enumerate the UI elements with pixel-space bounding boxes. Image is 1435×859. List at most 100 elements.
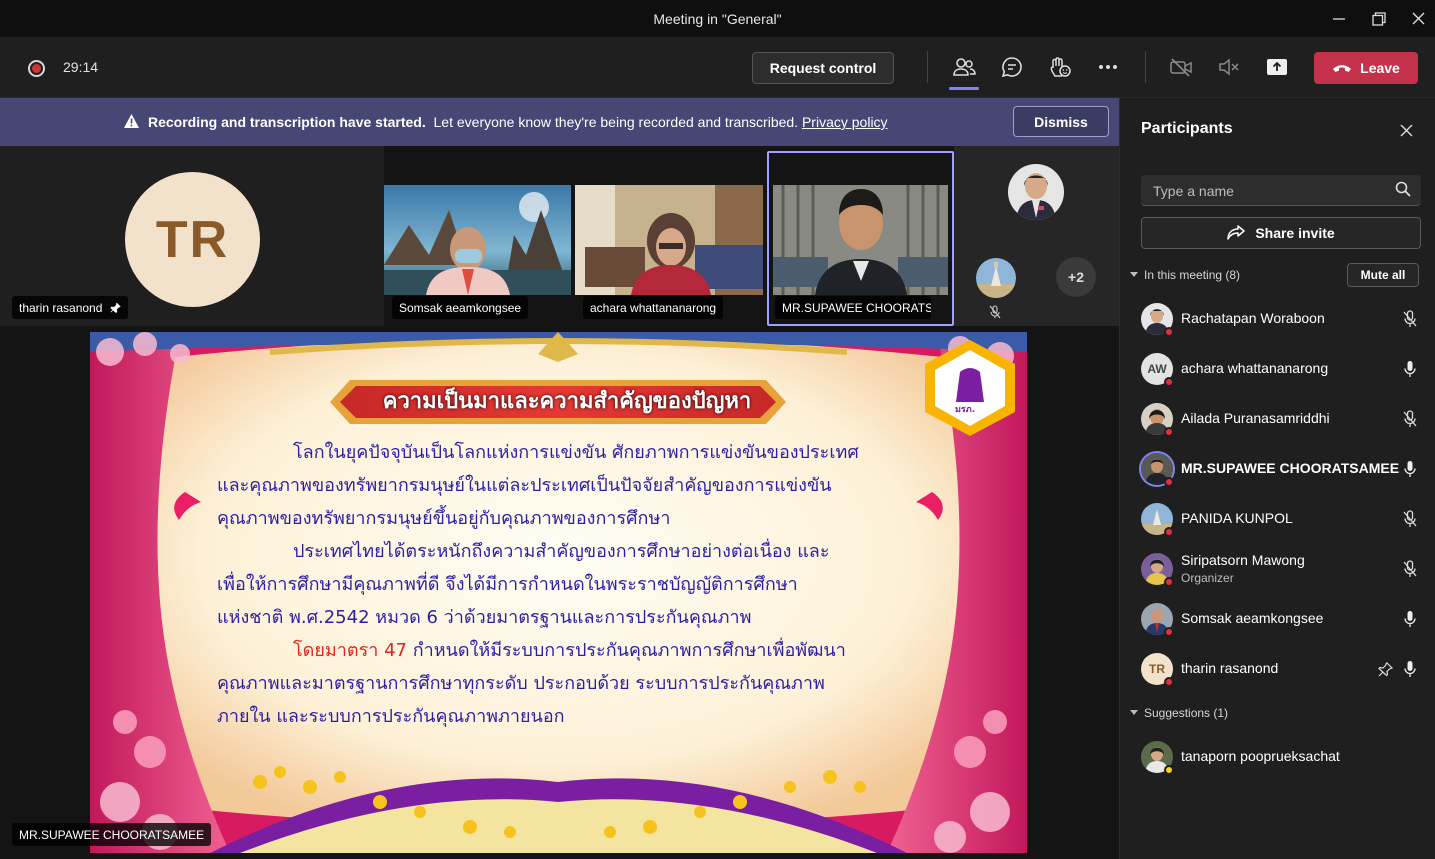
slide-body: โลกในยุคปัจจุบันเป็นโลกแห่งการแข่งขัน ศั… [217,436,907,733]
participant-name: achara whattananarong [1181,360,1329,376]
warning-icon [123,113,140,134]
privacy-policy-link[interactable]: Privacy policy [802,114,888,130]
meeting-toolbar: 29:14 Request control Leave [0,37,1435,98]
banner-text: Let everyone know they're being recorded… [433,114,799,130]
participant-name: Ailada Puranasamriddhi [1181,410,1330,426]
status-away-icon [1164,765,1174,775]
participant-role: Organizer [1181,571,1234,585]
close-icon[interactable] [1396,120,1416,140]
minimize-icon[interactable] [1319,0,1359,37]
slide-line: ภายใน และระบบการประกันคุณภาพภายนอก [217,706,565,727]
mic-icon[interactable] [1400,659,1420,679]
mic-icon[interactable] [1400,359,1420,379]
participant-row[interactable]: Somsak aeamkongsee [1120,594,1435,644]
participant-search [1141,175,1421,206]
speaker-muted-icon[interactable] [1212,51,1246,83]
participant-name: Somsak aeamkongsee [1181,610,1324,626]
close-window-icon[interactable] [1398,0,1435,37]
leave-label: Leave [1360,60,1400,76]
request-control-button[interactable]: Request control [752,52,894,84]
mic-off-icon[interactable] [1400,509,1420,529]
search-icon[interactable] [1395,181,1411,202]
slide-line: คุณภาพของทรัพยากรมนุษย์ขึ้นอยู่กับคุณภาพ… [217,508,671,529]
share-invite-button[interactable]: Share invite [1141,217,1421,249]
suggestions-header[interactable]: Suggestions (1) [1130,706,1228,720]
meeting-stage: TR tharin rasanond Somsak aeamkongsee ac… [0,146,1119,859]
participant-name: tanaporn pooprueksachat [1181,748,1340,764]
participant-name-tag: achara whattananarong [583,296,724,319]
share-screen-icon[interactable] [1260,51,1294,83]
avatar [1008,164,1064,220]
status-busy-icon [1164,627,1174,637]
slide-line-text: กำหนดให้มีระบบการประกันคุณภาพการศึกษาเพื… [412,640,846,661]
participant-row[interactable]: Rachatapan Woraboon [1120,294,1435,344]
participant-name: tharin rasanond [19,300,103,315]
mic-off-icon[interactable] [1400,559,1420,579]
slide-line: แห่งชาติ พ.ศ.2542 หมวด 6 ว่าด้วยมาตรฐานแ… [217,607,752,628]
participant-row[interactable]: PANIDA KUNPOL [1120,494,1435,544]
suggestions-label: Suggestions (1) [1144,706,1229,720]
avatar [976,258,1016,298]
participant-video-somsak[interactable] [384,185,571,295]
in-meeting-header[interactable]: In this meeting (8) [1130,268,1240,282]
participant-row[interactable]: Siripatsorn Mawong Organizer [1120,544,1435,594]
share-invite-label: Share invite [1255,225,1335,241]
pin-icon[interactable] [1375,659,1395,679]
mic-off-icon[interactable] [1400,309,1420,329]
slide-line: ประเทศไทยได้ตระหนักถึงความสำคัญของการศึก… [293,541,830,562]
more-participants-button[interactable]: +2 [1056,257,1096,297]
leave-button[interactable]: Leave [1314,52,1418,84]
participant-tile-tharin[interactable]: TR tharin rasanond [0,146,384,326]
panel-title: Participants [1141,120,1233,137]
slide-highlight: โดยมาตรา 47 [293,640,407,661]
participant-row[interactable]: TR tharin rasanond [1120,644,1435,694]
chevron-down-icon [1130,710,1138,715]
camera-off-icon[interactable] [1164,51,1198,83]
participant-row[interactable]: Ailada Puranasamriddhi [1120,394,1435,444]
mic-off-icon [988,305,1002,324]
mic-off-icon[interactable] [1400,409,1420,429]
status-busy-icon [1164,577,1174,587]
participant-name: tharin rasanond [1181,660,1279,676]
share-icon [1227,225,1246,240]
status-busy-icon [1164,477,1174,487]
participant-row[interactable]: MR.SUPAWEE CHOORATSAMEE [1120,444,1435,494]
more-actions-icon[interactable] [1091,51,1125,83]
chat-icon[interactable] [995,51,1029,83]
banner-message: Recording and transcription have started… [148,114,888,130]
toolbar-divider [927,51,928,83]
hang-up-icon [1333,65,1352,72]
restore-icon[interactable] [1359,0,1399,37]
window-title: Meeting in "General" [653,10,782,27]
title-bar: Meeting in "General" [0,0,1435,37]
recording-banner: Recording and transcription have started… [0,98,1119,146]
toolbar-divider [1145,51,1146,83]
status-busy-icon [1164,427,1174,437]
mute-all-button[interactable]: Mute all [1347,263,1419,287]
participant-name-tag: Somsak aeamkongsee [392,296,529,319]
participant-name-tag: MR.SUPAWEE CHOORATS... [775,296,931,319]
suggestion-row[interactable]: tanaporn pooprueksachat [1120,732,1435,782]
participant-name: Siripatsorn Mawong [1181,552,1305,568]
participant-row[interactable]: AW achara whattananarong [1120,344,1435,394]
participant-name-tag: tharin rasanond [12,296,129,319]
chevron-down-icon [1130,272,1138,277]
slide-line: คุณภาพและมาตรฐานการศึกษาทุกระดับ ประกอบด… [217,673,825,694]
mic-icon[interactable] [1400,459,1420,479]
participant-name: PANIDA KUNPOL [1181,510,1293,526]
participant-video-achara[interactable] [575,185,763,295]
slide-line: โลกในยุคปัจจุบันเป็นโลกแห่งการแข่งขัน ศั… [293,442,859,463]
mic-icon[interactable] [1400,609,1420,629]
participants-icon[interactable] [947,51,981,90]
recording-icon [28,60,45,77]
presenter-name-tag: MR.SUPAWEE CHOORATSAMEE [12,823,212,846]
status-busy-icon [1164,327,1174,337]
dismiss-button[interactable]: Dismiss [1013,106,1109,137]
search-input[interactable] [1141,175,1391,206]
status-busy-icon [1164,527,1174,537]
slide-line: โดยมาตรา 47 กำหนดให้มีระบบการประกันคุณภา… [217,634,907,667]
pin-icon [110,302,122,313]
raise-hand-icon[interactable] [1043,51,1077,83]
participant-name: Rachatapan Woraboon [1181,310,1325,326]
slide-title: ความเป็นมาและความสำคัญของปัญหา [382,389,752,414]
